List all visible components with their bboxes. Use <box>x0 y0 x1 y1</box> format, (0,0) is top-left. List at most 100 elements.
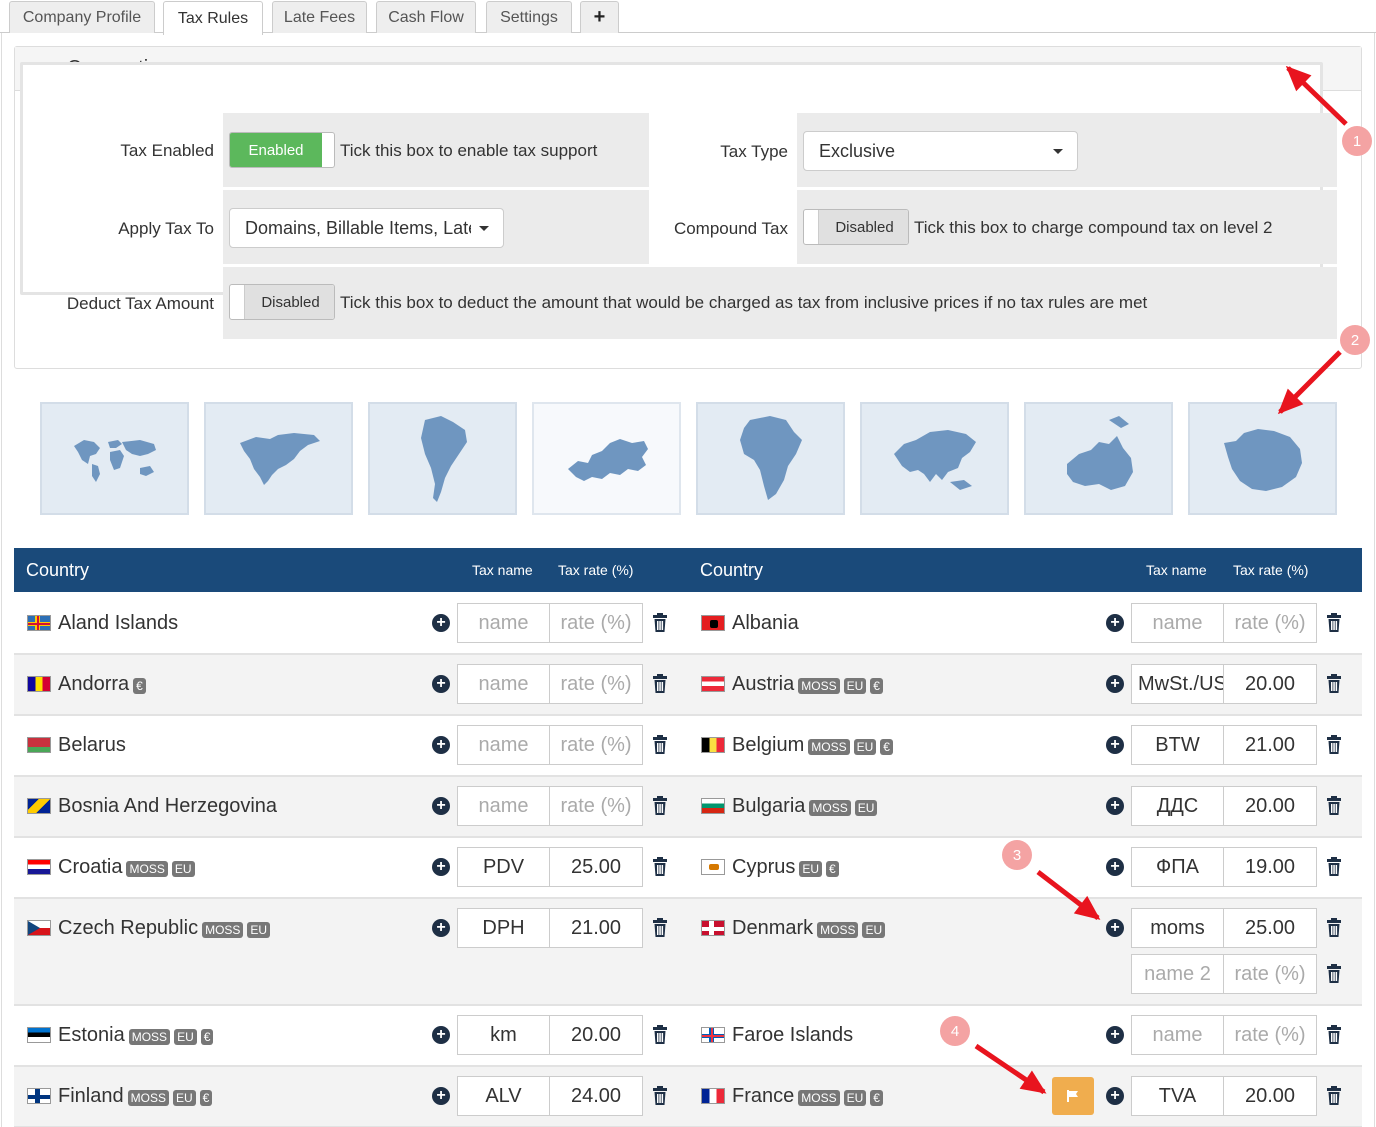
add-tax-level-icon[interactable]: + <box>432 736 450 754</box>
tax-rate-input[interactable]: rate (%) <box>1223 1015 1317 1055</box>
tax-name-input[interactable]: ДДС <box>1131 786 1224 826</box>
tax-rate-input[interactable]: 21.00 <box>1223 725 1317 765</box>
add-tax-level-icon[interactable]: + <box>432 1087 450 1105</box>
region-world[interactable] <box>40 402 189 515</box>
tax-rate-input[interactable]: rate (%) <box>549 603 643 643</box>
euro-badge: € <box>870 1090 883 1106</box>
moss-badge: MOSS <box>798 1090 840 1106</box>
region-asia[interactable] <box>860 402 1009 515</box>
region-north-america[interactable] <box>204 402 353 515</box>
tax-rate-2-input[interactable]: rate (%) <box>1223 954 1317 994</box>
tax-rate-input[interactable]: 20.00 <box>1223 664 1317 704</box>
trash-icon[interactable] <box>652 918 668 938</box>
trash-icon[interactable] <box>1326 857 1342 877</box>
tax-name-input[interactable]: MwSt./USt. <box>1131 664 1224 704</box>
tax-rate-input[interactable]: rate (%) <box>549 725 643 765</box>
trash-icon[interactable] <box>1326 613 1342 633</box>
add-tax-level-icon[interactable]: + <box>432 1026 450 1044</box>
trash-icon[interactable] <box>1326 964 1342 984</box>
flag-icon <box>27 737 51 753</box>
add-tab-button[interactable]: + <box>580 1 619 33</box>
eu-badge: EU <box>853 739 877 755</box>
tax-rate-input[interactable]: 19.00 <box>1223 847 1317 887</box>
tax-name-input[interactable]: name <box>1131 1015 1224 1055</box>
tax-rate-input[interactable]: 25.00 <box>549 847 643 887</box>
trash-icon[interactable] <box>1326 1025 1342 1045</box>
add-tax-level-icon[interactable]: + <box>432 797 450 815</box>
country-cell: Belgium MOSS EU € <box>701 732 893 758</box>
compound-tax-toggle[interactable]: Disabled <box>803 209 909 245</box>
tax-name-input[interactable]: name <box>457 603 550 643</box>
add-tax-level-icon[interactable]: + <box>432 858 450 876</box>
trash-icon[interactable] <box>652 857 668 877</box>
tax-name-input[interactable]: ФПА <box>1131 847 1224 887</box>
tax-rate-input[interactable]: 25.00 <box>1223 908 1317 948</box>
flag-icon <box>701 615 725 631</box>
trash-icon[interactable] <box>652 613 668 633</box>
trash-icon[interactable] <box>1326 918 1342 938</box>
tax-name-input[interactable]: name <box>457 786 550 826</box>
tax-rate-input[interactable]: rate (%) <box>549 664 643 704</box>
tab-late-fees[interactable]: Late Fees <box>272 1 367 33</box>
tab-cash-flow[interactable]: Cash Flow <box>376 1 476 33</box>
trash-icon[interactable] <box>1326 674 1342 694</box>
toggle-on-label: Enabled <box>230 133 322 167</box>
add-tax-level-icon[interactable]: + <box>1106 858 1124 876</box>
tax-name-input[interactable]: TVA <box>1131 1076 1224 1116</box>
tax-rate-input[interactable]: rate (%) <box>549 786 643 826</box>
add-tax-level-icon[interactable]: + <box>432 919 450 937</box>
tax-name-input[interactable]: DPH <box>457 908 550 948</box>
tax-name-input[interactable]: PDV <box>457 847 550 887</box>
tax-name-input[interactable]: km <box>457 1015 550 1055</box>
trash-icon[interactable] <box>1326 1086 1342 1106</box>
country-cell: Estonia MOSS EU € <box>27 1022 214 1048</box>
trash-icon[interactable] <box>652 674 668 694</box>
region-oceania[interactable] <box>1024 402 1173 515</box>
tax-rate-input[interactable]: 20.00 <box>549 1015 643 1055</box>
tax-rate-input[interactable]: rate (%) <box>1223 603 1317 643</box>
add-tax-level-icon[interactable]: + <box>1106 1026 1124 1044</box>
tax-rate-input[interactable]: 20.00 <box>1223 1076 1317 1116</box>
add-tax-level-icon[interactable]: + <box>1106 614 1124 632</box>
tax-name-input[interactable]: BTW <box>1131 725 1224 765</box>
country-name: Belgium <box>732 733 805 756</box>
flag-button[interactable] <box>1052 1077 1094 1115</box>
region-africa[interactable] <box>696 402 845 515</box>
euro-badge: € <box>880 739 893 755</box>
tax-name-input[interactable]: name <box>457 725 550 765</box>
tax-name-header: Tax name <box>1146 562 1207 578</box>
tax-enabled-toggle[interactable]: Enabled <box>229 132 335 168</box>
trash-icon[interactable] <box>1326 735 1342 755</box>
add-tax-level-icon[interactable]: + <box>432 675 450 693</box>
region-antarctica[interactable] <box>1188 402 1337 515</box>
region-europe[interactable] <box>532 402 681 515</box>
tax-rate-input[interactable]: 20.00 <box>1223 786 1317 826</box>
tax-name-input[interactable]: ALV <box>457 1076 550 1116</box>
trash-icon[interactable] <box>652 1086 668 1106</box>
add-tax-level-icon[interactable]: + <box>432 614 450 632</box>
add-tax-level-icon[interactable]: + <box>1106 1087 1124 1105</box>
euro-badge: € <box>826 861 839 877</box>
country-cell: Finland MOSS EU € <box>27 1083 213 1109</box>
deduct-tax-toggle[interactable]: Disabled <box>229 284 335 320</box>
tax-rate-input[interactable]: 24.00 <box>549 1076 643 1116</box>
tax-name-input[interactable]: moms <box>1131 908 1224 948</box>
apply-tax-to-select[interactable]: Domains, Billable Items, Late Fees <box>229 208 504 248</box>
tax-name-input[interactable]: name <box>1131 603 1224 643</box>
trash-icon[interactable] <box>652 1025 668 1045</box>
tax-name-2-input[interactable]: name 2 <box>1131 954 1224 994</box>
add-tax-level-icon[interactable]: + <box>1106 675 1124 693</box>
tab-settings[interactable]: Settings <box>486 1 572 33</box>
add-tax-level-icon[interactable]: + <box>1106 736 1124 754</box>
tab-company-profile[interactable]: Company Profile <box>9 1 155 33</box>
add-tax-level-icon[interactable]: + <box>1106 919 1124 937</box>
tax-rate-input[interactable]: 21.00 <box>549 908 643 948</box>
tab-tax-rules[interactable]: Tax Rules <box>163 1 263 35</box>
trash-icon[interactable] <box>1326 796 1342 816</box>
add-tax-level-icon[interactable]: + <box>1106 797 1124 815</box>
trash-icon[interactable] <box>652 735 668 755</box>
tax-name-input[interactable]: name <box>457 664 550 704</box>
trash-icon[interactable] <box>652 796 668 816</box>
region-south-america[interactable] <box>368 402 517 515</box>
tax-type-select[interactable]: Exclusive <box>803 131 1078 171</box>
